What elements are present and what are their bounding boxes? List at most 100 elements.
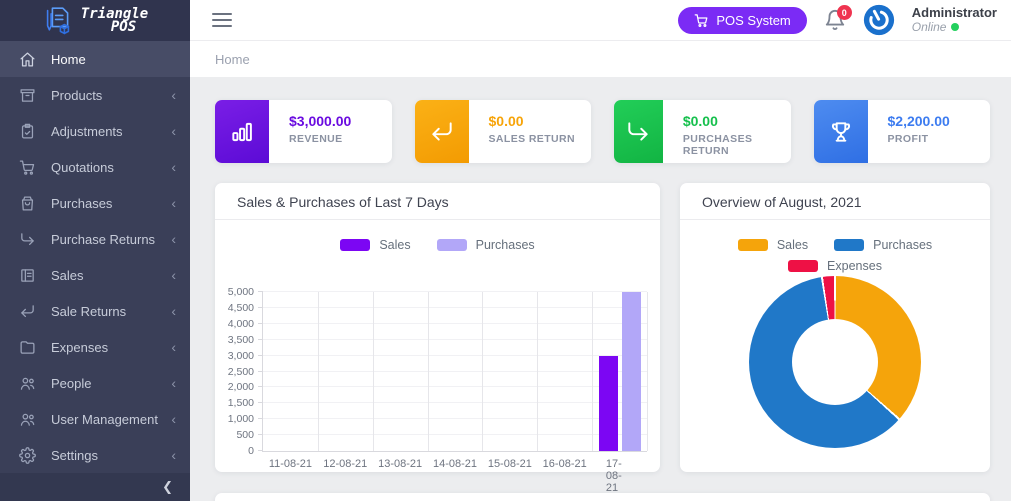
sidebar-item-settings[interactable]: Settings ‹	[0, 437, 190, 473]
sidebar-item-home[interactable]: Home	[0, 41, 190, 77]
legend-label: Purchases	[476, 238, 535, 252]
legend-item-sales[interactable]: Sales	[738, 238, 808, 252]
sidebar-item-products[interactable]: Products ‹	[0, 77, 190, 113]
sidebar-item-quotations[interactable]: Quotations ‹	[0, 149, 190, 185]
online-status-dot	[951, 23, 959, 31]
donut-chart-title: Overview of August, 2021	[680, 183, 990, 220]
sidebar-item-label: People	[51, 376, 91, 391]
y-tick-label: 4,500	[228, 302, 254, 314]
chevron-left-icon: ‹	[171, 160, 176, 174]
chevron-left-icon: ‹	[171, 376, 176, 390]
chevron-left-icon: ‹	[171, 340, 176, 354]
donut-chart	[749, 276, 921, 448]
stat-card-sales-return: $0.00 SALES RETURN	[415, 100, 592, 163]
legend-swatch	[340, 239, 370, 251]
donut-chart-legend: Sales Purchases Expenses	[715, 238, 955, 273]
pos-system-button[interactable]: POS System	[678, 7, 806, 34]
bar-chart-plot: 05001,0001,5002,0002,5003,0003,5004,0004…	[262, 292, 647, 452]
sidebar-item-purchase-returns[interactable]: Purchase Returns‹	[0, 221, 190, 257]
notifications-button[interactable]: 0	[824, 8, 846, 32]
trophy-icon	[828, 119, 854, 145]
expenses-icon	[19, 339, 36, 356]
sidebar-nav: HomeProducts‹Adjustments‹Quotations‹Purc…	[0, 41, 190, 473]
stat-amount: $0.00	[683, 113, 791, 129]
sidebar-item-sales[interactable]: Sales‹	[0, 257, 190, 293]
quotations-icon	[19, 159, 36, 176]
sale-returns-icon	[19, 303, 36, 320]
stat-label: PROFIT	[888, 133, 950, 145]
stat-cards-row: $3,000.00 REVENUE $0.00 SALES RETURN $0.00 PU…	[215, 100, 990, 163]
breadcrumb: Home	[190, 41, 1011, 77]
user-info[interactable]: Administrator Online	[912, 6, 997, 34]
legend-item-purchases[interactable]: Purchases	[834, 238, 932, 252]
sidebar-item-label: Purchase Returns	[51, 232, 155, 247]
x-tick-label: 12-08-21	[323, 458, 367, 470]
y-tick-label: 0	[248, 445, 254, 457]
user-status: Online	[912, 20, 947, 34]
legend-item-expenses[interactable]: Expenses	[788, 259, 882, 273]
y-tick-label: 1,000	[228, 413, 254, 425]
breadcrumb-home-link[interactable]: Home	[215, 52, 250, 67]
chevron-left-icon: ‹	[171, 412, 176, 426]
sidebar-item-sale-returns[interactable]: Sale Returns‹	[0, 293, 190, 329]
sidebar-item-label: Quotations	[51, 160, 114, 175]
sidebar-item-adjustments[interactable]: Adjustments‹	[0, 113, 190, 149]
stat-card-icon-box	[415, 100, 469, 163]
chevron-left-icon: ‹	[171, 196, 176, 210]
sidebar-item-purchases[interactable]: Purchases ‹	[0, 185, 190, 221]
bottom-card	[215, 493, 990, 501]
adjustments-icon	[19, 123, 36, 140]
y-tick-label: 1,500	[228, 397, 254, 409]
stat-card-profit: $2,200.00PROFIT	[814, 100, 991, 163]
chevron-left-icon: ‹	[171, 268, 176, 282]
notification-badge: 0	[837, 5, 852, 20]
bar-chart-legend: Sales Purchases	[215, 238, 660, 252]
sidebar-item-label: Expenses	[51, 340, 108, 355]
app-title: Triangle POS	[81, 8, 148, 34]
legend-item-purchases[interactable]: Purchases	[437, 238, 535, 252]
sidebar-item-label: Home	[51, 52, 86, 67]
stat-label: REVENUE	[289, 133, 351, 145]
pos-system-label: POS System	[716, 13, 790, 28]
chevron-left-icon: ‹	[171, 88, 176, 102]
stat-card-purchases-return: $0.00 PURCHASES RETURN	[614, 100, 791, 163]
stat-card-icon-box	[814, 100, 868, 163]
x-tick-label: 15-08-21	[488, 458, 532, 470]
stat-card-icon-box	[215, 100, 269, 163]
legend-label: Sales	[379, 238, 410, 252]
user-management-icon	[19, 411, 36, 428]
legend-label: Purchases	[873, 238, 932, 252]
sidebar-item-people[interactable]: People ‹	[0, 365, 190, 401]
sidebar-item-user-management[interactable]: User Management‹	[0, 401, 190, 437]
stat-label: SALES RETURN	[489, 133, 575, 145]
x-tick-label: 11-08-21	[269, 458, 312, 470]
sidebar-item-label: Settings	[51, 448, 98, 463]
y-tick-label: 4,000	[228, 318, 254, 330]
chevron-left-icon: ‹	[171, 448, 176, 462]
user-avatar[interactable]	[863, 4, 895, 36]
sidebar-collapse-button[interactable]: ❮	[0, 473, 190, 501]
y-tick-label: 500	[236, 429, 254, 441]
y-tick-label: 3,500	[228, 334, 254, 346]
sidebar-item-expenses[interactable]: Expenses ‹	[0, 329, 190, 365]
sidebar-item-label: Products	[51, 88, 102, 103]
app-logo[interactable]: Triangle POS	[0, 0, 190, 41]
stat-amount: $3,000.00	[289, 113, 351, 129]
purchases-icon	[19, 195, 36, 212]
sidebar-item-label: Adjustments	[51, 124, 123, 139]
menu-toggle-icon[interactable]	[212, 9, 232, 31]
cart-icon	[694, 13, 709, 28]
people-icon	[19, 375, 36, 392]
legend-swatch	[437, 239, 467, 251]
legend-label: Expenses	[827, 259, 882, 273]
sales-purchases-chart-card: Sales & Purchases of Last 7 Days Sales Pu…	[215, 183, 660, 472]
topbar: POS System 0 Administrator Online	[190, 0, 1011, 41]
legend-item-sales[interactable]: Sales	[340, 238, 410, 252]
user-name: Administrator	[912, 6, 997, 20]
sidebar-item-label: Purchases	[51, 196, 112, 211]
stat-label: PURCHASES RETURN	[683, 133, 791, 157]
stat-amount: $0.00	[489, 113, 575, 129]
bar-purchases-17-08-21	[622, 292, 641, 451]
bar-chart-title: Sales & Purchases of Last 7 Days	[215, 183, 660, 220]
collapse-sidebar-icon: ❮	[162, 479, 173, 495]
